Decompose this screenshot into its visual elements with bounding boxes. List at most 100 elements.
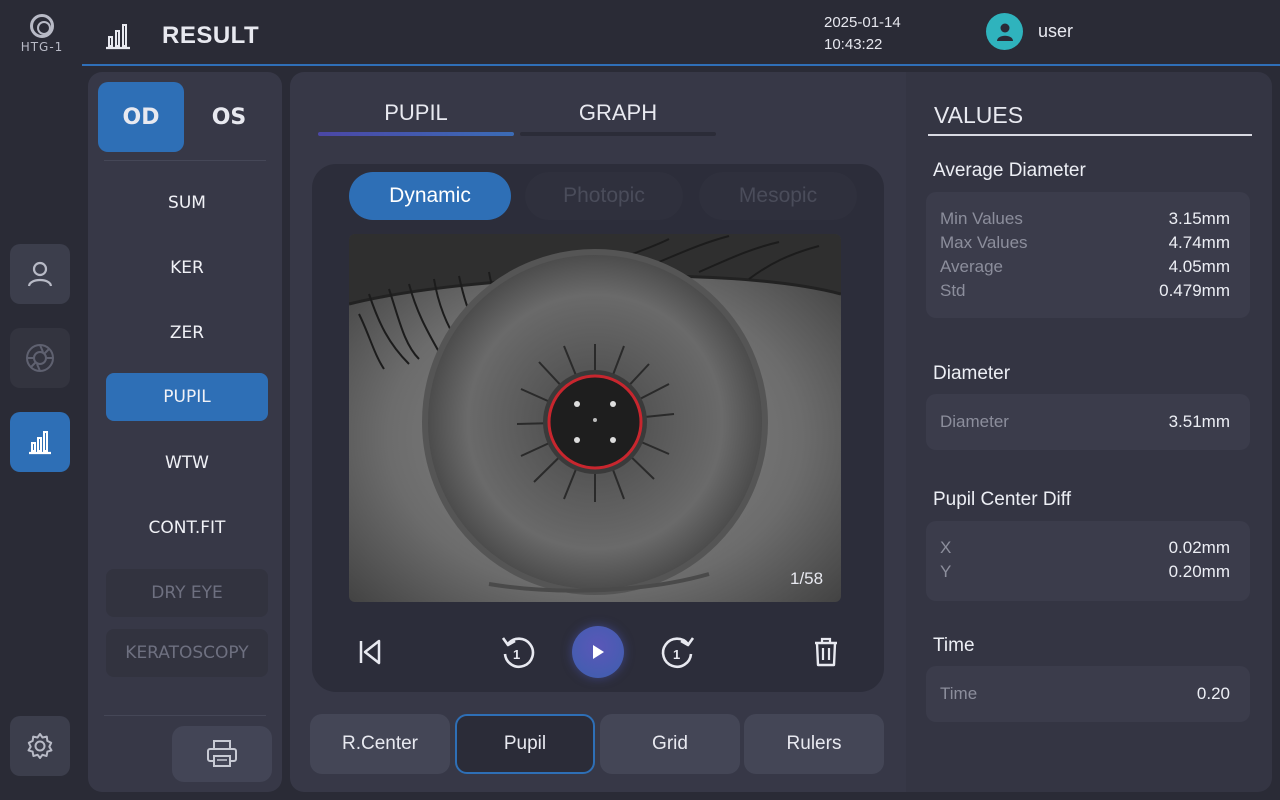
grid-button[interactable]: Grid	[600, 714, 740, 774]
value-label: Std	[940, 281, 966, 300]
diameter-title: Diameter	[933, 363, 1011, 384]
top-bar: RESULT 2025-01-14 10:43:22 user	[82, 0, 1280, 66]
menu-item-zer[interactable]: ZER	[106, 309, 268, 357]
image-viewer: Dynamic Photopic Mesopic 1/58 1 1	[312, 164, 884, 692]
menu-divider	[104, 160, 266, 161]
tab-graph[interactable]: GRAPH	[520, 100, 716, 126]
user-icon	[27, 261, 53, 287]
value-number: 0.02mm	[1168, 538, 1230, 557]
rotate-right-icon: 1	[661, 637, 695, 669]
pupil-panel: PUPIL GRAPH Dynamic Photopic Mesopic 1/5…	[290, 72, 906, 792]
app-logo: HTG-1	[18, 14, 66, 54]
skip-to-start-button[interactable]	[350, 632, 390, 672]
menu-divider	[104, 715, 266, 716]
time-box: Time 0.20	[926, 666, 1250, 722]
rail-result-button[interactable]	[10, 412, 70, 472]
center-diff-title: Pupil Center Diff	[933, 489, 1071, 510]
menu-item-pupil[interactable]: PUPIL	[106, 373, 268, 421]
menu-item-wtw[interactable]: WTW	[106, 439, 268, 487]
datetime: 2025-01-14 10:43:22	[824, 12, 901, 56]
logo-text: HTG-1	[20, 40, 64, 54]
value-row: Time 0.20	[940, 682, 1230, 706]
rewind-button[interactable]: 1	[496, 630, 540, 674]
eye-photo	[349, 234, 841, 602]
value-label: Y	[940, 562, 952, 581]
menu-item-ker[interactable]: KER	[106, 244, 268, 292]
average-diameter-title: Average Diameter	[933, 160, 1086, 181]
value-label: X	[940, 538, 952, 557]
value-number: 3.51mm	[1168, 412, 1230, 431]
eye-image[interactable]	[349, 234, 841, 602]
mode-mesopic-button[interactable]: Mesopic	[699, 172, 857, 220]
avatar[interactable]	[986, 13, 1023, 50]
bar-chart-icon	[29, 431, 51, 455]
user-icon	[996, 23, 1013, 41]
average-diameter-box: Min Values 3.15mm Max Values 4.74mm Averag…	[926, 192, 1250, 318]
print-button[interactable]	[172, 726, 272, 782]
left-rail: HTG-1	[0, 0, 82, 800]
values-divider	[928, 134, 1252, 136]
user-name[interactable]: user	[1038, 21, 1073, 42]
time-text: 10:43:22	[824, 36, 883, 53]
value-label: Min Values	[940, 209, 1023, 228]
date-text: 2025-01-14	[824, 14, 901, 31]
gear-icon	[27, 733, 53, 759]
eye-toggle: OD OS	[98, 82, 272, 152]
bar-chart-icon	[106, 24, 130, 50]
value-number: 3.15mm	[1168, 209, 1230, 228]
values-title: VALUES	[934, 102, 1024, 128]
tab-pupil[interactable]: PUPIL	[318, 100, 514, 126]
value-row: Std 0.479mm	[940, 279, 1230, 303]
time-title: Time	[933, 635, 975, 656]
value-number: 0.479mm	[1159, 281, 1230, 300]
play-icon	[593, 645, 604, 659]
os-button[interactable]: OS	[186, 82, 272, 152]
value-row: Min Values 3.15mm	[940, 207, 1230, 231]
trash-icon	[815, 637, 837, 667]
od-button[interactable]: OD	[98, 82, 184, 152]
rotate-left-icon: 1	[501, 637, 535, 669]
rulers-button[interactable]: Rulers	[744, 714, 884, 774]
mode-dynamic-button[interactable]: Dynamic	[349, 172, 511, 220]
diameter-box: Diameter 3.51mm	[926, 394, 1250, 450]
value-number: 0.20mm	[1168, 562, 1230, 581]
center-diff-box: X 0.02mm Y 0.20mm	[926, 521, 1250, 601]
value-row: Max Values 4.74mm	[940, 231, 1230, 255]
pupil-tool-button[interactable]: Pupil	[455, 714, 595, 774]
value-number: 4.74mm	[1168, 233, 1230, 252]
menu-item-keratoscopy[interactable]: KERATOSCOPY	[106, 629, 268, 677]
r-center-button[interactable]: R.Center	[310, 714, 450, 774]
value-row: Y 0.20mm	[940, 560, 1230, 584]
mode-photopic-button[interactable]: Photopic	[525, 172, 683, 220]
menu-item-sum[interactable]: SUM	[106, 179, 268, 227]
value-number: 4.05mm	[1168, 257, 1230, 276]
menu-item-dry-eye[interactable]: DRY EYE	[106, 569, 268, 617]
rail-capture-button[interactable]	[10, 328, 70, 388]
side-menu: OD OS SUM KER ZER PUPIL WTW CONT.FIT DRY…	[88, 72, 282, 792]
value-label: Average	[940, 257, 1004, 276]
play-button[interactable]	[572, 626, 624, 678]
value-row: X 0.02mm	[940, 536, 1230, 560]
skip-back-icon	[359, 639, 381, 665]
value-label: Time	[940, 684, 978, 703]
delete-button[interactable]	[806, 630, 846, 674]
value-label: Diameter	[940, 412, 1009, 431]
logo-icon	[30, 14, 54, 38]
value-row: Diameter 3.51mm	[940, 410, 1230, 434]
values-panel: VALUES Average Diameter Min Values 3.15mm…	[906, 72, 1272, 792]
tab-graph-indicator	[520, 132, 716, 136]
rail-patient-button[interactable]	[10, 244, 70, 304]
printer-icon	[207, 740, 237, 767]
menu-item-cont-fit[interactable]: CONT.FIT	[106, 504, 268, 552]
value-number: 0.20	[1196, 684, 1230, 703]
page-title: RESULT	[162, 22, 260, 49]
aperture-icon	[26, 344, 54, 372]
value-row: Average 4.05mm	[940, 255, 1230, 279]
rail-settings-button[interactable]	[10, 716, 70, 776]
forward-step: 1	[673, 647, 680, 662]
value-label: Max Values	[940, 233, 1028, 252]
rewind-step: 1	[513, 647, 520, 662]
frame-counter: 1/58	[790, 569, 824, 588]
forward-button[interactable]: 1	[656, 630, 700, 674]
tab-pupil-indicator	[318, 132, 514, 136]
